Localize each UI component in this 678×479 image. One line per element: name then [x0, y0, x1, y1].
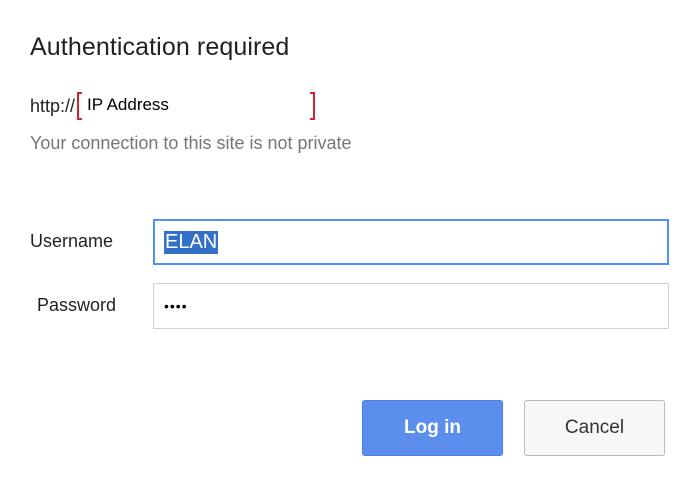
username-value: ELAN — [164, 230, 219, 254]
password-label: Password — [37, 295, 117, 315]
username-label: Username — [30, 231, 114, 251]
dialog-title: Authentication required — [30, 33, 290, 61]
password-input[interactable]: •••• — [153, 283, 669, 329]
url-host-redaction: IP Address — [77, 92, 316, 120]
redaction-bracket-left — [77, 92, 83, 120]
auth-dialog: Authentication required http:// IP Addre… — [0, 0, 678, 479]
login-button[interactable]: Log in — [362, 400, 503, 456]
cancel-button[interactable]: Cancel — [524, 400, 665, 456]
redaction-bracket-right — [310, 92, 316, 120]
url-host: IP Address — [87, 95, 169, 114]
username-row: Username ELAN — [30, 219, 670, 265]
username-input[interactable]: ELAN — [153, 219, 669, 265]
password-row: Password •••• — [30, 283, 670, 329]
password-value: •••• — [164, 298, 188, 314]
url-scheme: http:// — [30, 95, 76, 116]
site-url: http:// IP Address — [30, 92, 316, 120]
connection-warning: Your connection to this site is not priv… — [30, 133, 352, 153]
